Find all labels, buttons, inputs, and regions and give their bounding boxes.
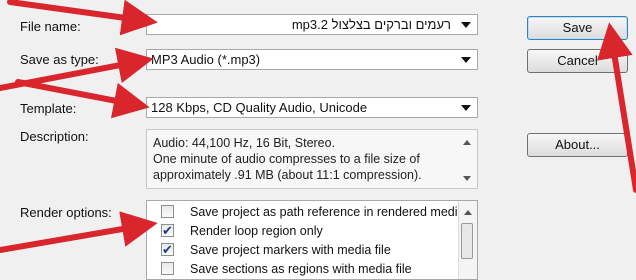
arrow-icon (0, 211, 158, 253)
arrow-icon (597, 22, 636, 193)
annotation-arrows (0, 0, 636, 253)
arrow-icon (7, 0, 158, 36)
arrow-icon (15, 79, 150, 119)
